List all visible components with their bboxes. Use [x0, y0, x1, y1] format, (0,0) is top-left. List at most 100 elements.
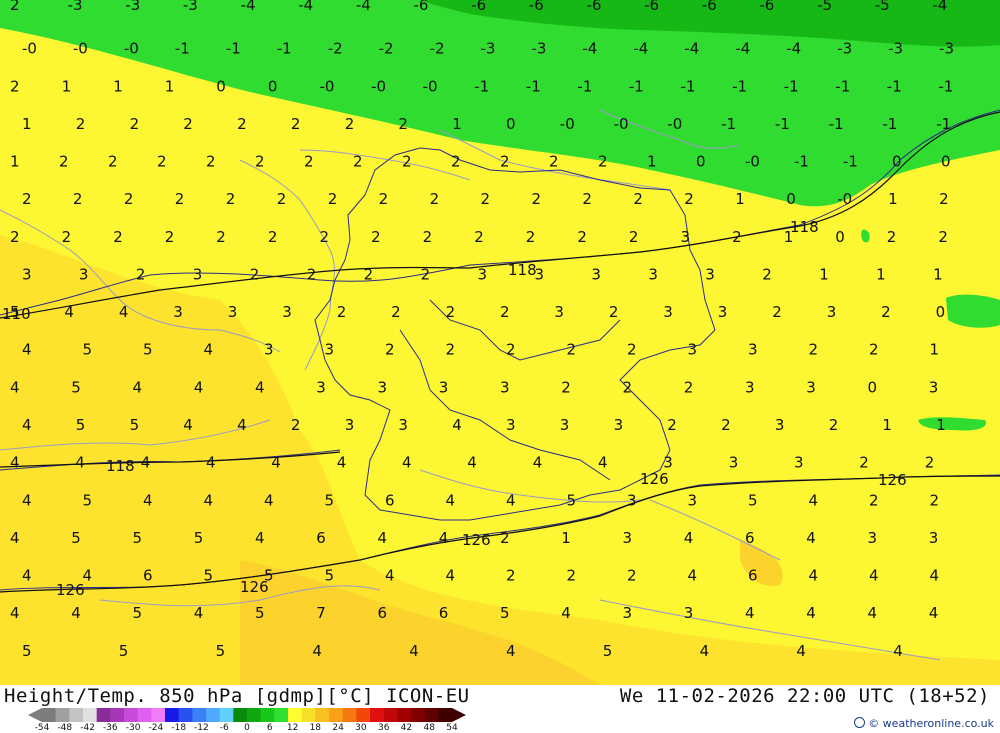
colorbar-tick-label: -12	[194, 723, 209, 730]
colorbar-swatch	[356, 708, 371, 722]
temp-label: 3	[79, 266, 89, 284]
temp-label: 4	[506, 642, 516, 660]
temp-label: 3	[623, 529, 633, 547]
colorbar-swatch	[274, 708, 289, 722]
temp-label: 3	[535, 266, 545, 284]
temp-label: 3	[627, 491, 637, 509]
temp-label: 6	[748, 567, 758, 585]
temp-label: -0	[837, 190, 852, 208]
temp-label: 2	[10, 77, 20, 95]
temp-label: 5	[603, 642, 613, 660]
temp-label: 4	[439, 529, 449, 547]
colorbar-tick-label: -36	[103, 723, 118, 730]
temp-label: 2	[226, 190, 236, 208]
temp-label: 4	[10, 378, 20, 396]
temp-label: 4	[22, 491, 32, 509]
colorbar-swatch	[219, 708, 234, 722]
temp-label: 2	[930, 491, 940, 509]
temp-label: 4	[893, 642, 903, 660]
colorbar-swatch	[288, 708, 302, 722]
temp-label: -0	[614, 115, 629, 133]
temp-label: 6	[745, 529, 755, 547]
temp-label: 1	[647, 153, 657, 171]
temp-label: 5	[119, 642, 129, 660]
map-viewer: 110 118 118 118 126 126 126 126 126 2 -3-…	[0, 0, 1000, 733]
temp-label: 2	[353, 153, 363, 171]
temp-label: 1	[933, 266, 943, 284]
temp-label: 2	[623, 378, 633, 396]
colorbar-swatch	[424, 708, 439, 722]
temp-label: 3	[806, 378, 816, 396]
temp-label: -1	[526, 77, 541, 95]
credit-text: © weatheronline.co.uk	[868, 717, 994, 730]
temp-label: -6	[587, 0, 602, 14]
temp-label: 3	[684, 604, 694, 622]
temp-label: 3	[745, 378, 755, 396]
temp-label: -4	[633, 40, 648, 58]
temp-label: 0	[216, 77, 226, 95]
temp-label: -0	[745, 153, 760, 171]
temp-label: 2	[627, 567, 637, 585]
temp-label: 4	[264, 491, 274, 509]
temp-label: 4	[143, 491, 153, 509]
valid-time: We 11-02-2026 22:00 UTC (18+52)	[619, 685, 990, 707]
temp-label: -4	[684, 40, 699, 58]
colorbar-swatch	[69, 708, 84, 722]
colorbar-tick-label: 24	[332, 723, 344, 730]
temp-label: 4	[700, 642, 710, 660]
temp-label: 3	[663, 454, 673, 472]
temp-label: 0	[892, 153, 902, 171]
temp-label: 2	[629, 228, 639, 246]
colorbar-tick-label: -18	[171, 723, 186, 730]
colorbar-tick-label: 36	[378, 723, 390, 730]
temp-label: 3	[929, 529, 939, 547]
temp-label: -6	[759, 0, 774, 14]
temp-label: 1	[784, 228, 794, 246]
temp-label: 4	[561, 604, 571, 622]
temp-label: 5	[133, 529, 143, 547]
temp-label: -6	[471, 0, 486, 14]
temp-label: 2	[130, 115, 140, 133]
temp-label: 2	[809, 341, 819, 359]
contour-label: 126	[56, 581, 85, 599]
temp-label: 2	[183, 115, 193, 133]
temp-label: 7	[316, 604, 326, 622]
temp-label: 2	[59, 153, 69, 171]
temp-label: -6	[644, 0, 659, 14]
temp-label: -4	[786, 40, 801, 58]
temperature-colorbar: -54 -48 -42 -36 -30 -24 -18 -12 -6 0 6 12 18 24 30 36 42…	[28, 708, 466, 730]
colorbar-swatch	[178, 708, 193, 722]
temp-label: 4	[194, 604, 204, 622]
temp-label: 2	[446, 303, 456, 321]
temp-label: 4	[467, 454, 477, 472]
colorbar-tick-label: -30	[126, 723, 141, 730]
temp-label: 4	[409, 642, 419, 660]
temp-label: 3	[228, 303, 238, 321]
colorbar-tick-label: 12	[287, 723, 298, 730]
colorbar-tick-label: 6	[267, 723, 273, 730]
temp-label: -3	[532, 40, 547, 58]
temp-label: 2	[925, 454, 935, 472]
credit-link[interactable]: © weatheronline.co.uk	[854, 717, 994, 730]
temp-label: 3	[282, 303, 292, 321]
temp-label: 2	[481, 190, 491, 208]
temp-label: 4	[22, 416, 32, 434]
temp-label: -4	[582, 40, 597, 58]
temp-label: 1	[113, 77, 123, 95]
temp-label: -3	[125, 0, 140, 14]
temp-label: 1	[10, 153, 20, 171]
colorbar-tick-label: -48	[57, 723, 72, 730]
temp-label: 0	[506, 115, 516, 133]
temp-label: 1	[819, 266, 829, 284]
temp-label: 4	[133, 378, 143, 396]
temp-label: -4	[356, 0, 371, 14]
temp-label: 1	[930, 341, 940, 359]
temp-label: -1	[936, 115, 951, 133]
temp-label: 0	[786, 190, 796, 208]
temp-label: 2	[391, 303, 401, 321]
temp-label: 2	[567, 341, 577, 359]
temp-label: -0	[560, 115, 575, 133]
temp-label: 5	[264, 567, 274, 585]
temp-label: 2	[667, 416, 677, 434]
temp-label: 2	[532, 190, 542, 208]
